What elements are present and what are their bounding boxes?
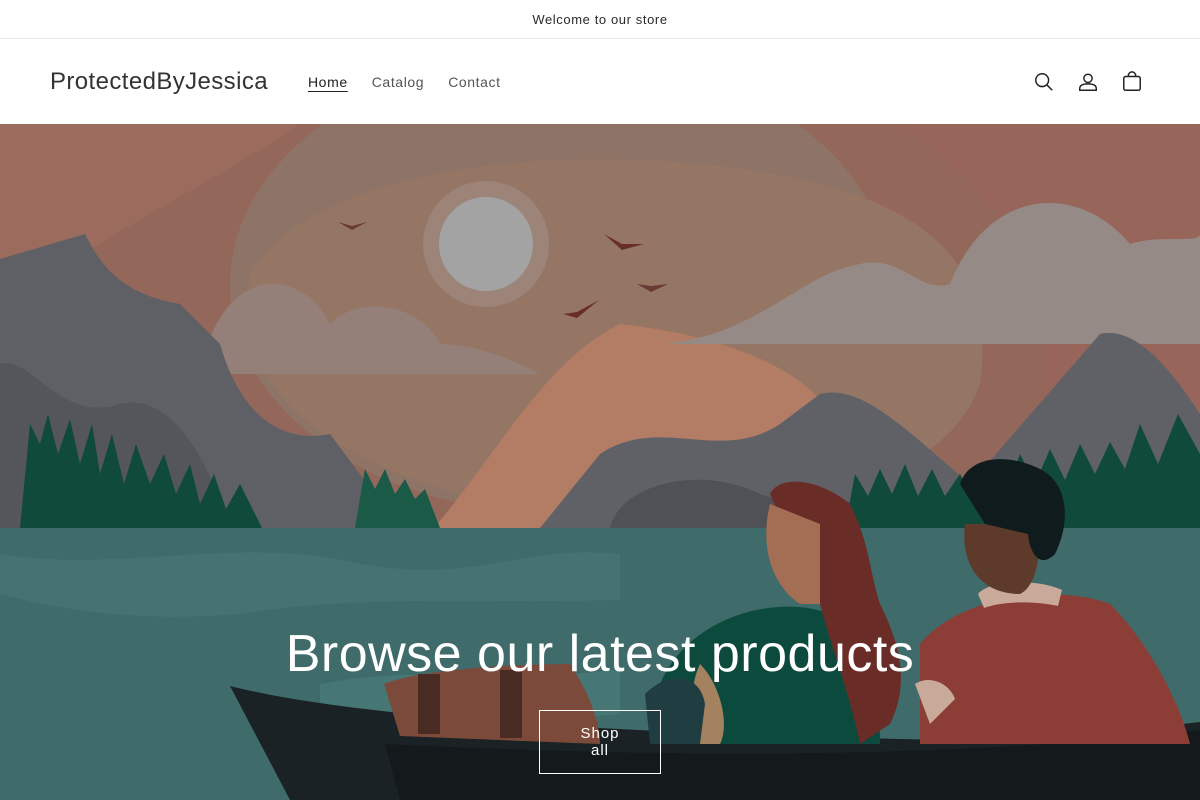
hero-content: Browse our latest products Shop all — [0, 624, 1200, 774]
nav-link-contact[interactable]: Contact — [436, 66, 512, 98]
nav-link-catalog[interactable]: Catalog — [360, 66, 436, 98]
header-icons — [1026, 60, 1150, 104]
announcement-bar: Welcome to our store — [0, 0, 1200, 39]
announcement-text: Welcome to our store — [532, 11, 668, 27]
search-icon[interactable] — [1026, 60, 1062, 104]
account-icon[interactable] — [1070, 60, 1106, 104]
main-nav: Home Catalog Contact — [296, 66, 513, 98]
hero-banner: Browse our latest products Shop all — [0, 124, 1200, 800]
nav-link-home[interactable]: Home — [296, 66, 360, 98]
cart-icon[interactable] — [1114, 60, 1150, 104]
site-header: ProtectedByJessica Home Catalog Contact — [0, 39, 1200, 124]
store-logo[interactable]: ProtectedByJessica — [50, 68, 268, 96]
shop-all-button[interactable]: Shop all — [539, 710, 661, 774]
hero-title: Browse our latest products — [285, 625, 915, 683]
